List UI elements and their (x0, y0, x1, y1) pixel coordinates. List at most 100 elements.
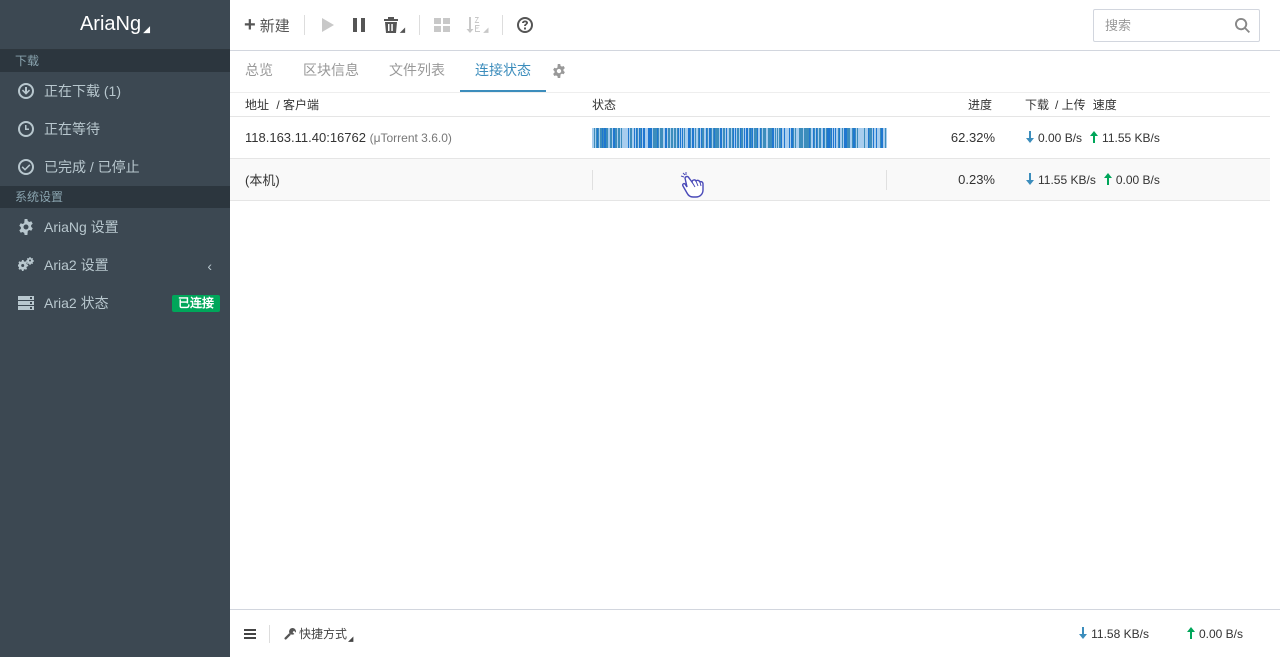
server-icon (18, 295, 34, 311)
download-speed: 11.55 KB/s (1038, 172, 1096, 187)
section-header-download: 下载 (0, 50, 230, 72)
table-row: 118.163.11.40:16762 (μTorrent 3.6.0) 62.… (230, 117, 1270, 159)
piece-bitfield-bar (592, 127, 887, 148)
tab-files[interactable]: 文件列表 (374, 50, 460, 92)
global-download-speed: 11.58 KB/s (1078, 627, 1156, 641)
caret-down-icon: ◢ (483, 27, 489, 34)
caret-down-icon: ◢ (143, 24, 151, 34)
peer-address-cell: (本机) (230, 170, 592, 189)
task-detail-tabs: 总览 区块信息 文件列表 连接状态 (230, 51, 1270, 93)
sidebar-item-aria2-status[interactable]: Aria2 状态 已连接 (0, 284, 230, 322)
trash-icon (383, 17, 398, 33)
global-upload-value: 0.00 B/s (1198, 627, 1243, 641)
peer-address-cell: 118.163.11.40:16762 (μTorrent 3.6.0) (230, 130, 592, 145)
tab-pieces[interactable]: 区块信息 (288, 50, 374, 92)
caret-down-icon: ◢ (399, 27, 406, 34)
question-circle-icon (517, 17, 534, 33)
column-address[interactable]: 地址 / 客户端 (230, 96, 592, 113)
piece-bitfield-bar (592, 169, 887, 198)
global-download-value: 11.58 KB/s (1091, 627, 1149, 641)
column-status[interactable]: 状态 (592, 96, 890, 113)
delete-button[interactable]: ◢ (375, 0, 413, 51)
upload-speed: 0.00 B/s (1115, 172, 1160, 187)
new-task-button[interactable]: + 新建 (230, 0, 298, 51)
sidebar-item-aria2-settings[interactable]: Aria2 设置 ‹ (0, 246, 230, 284)
arrow-down-icon (1025, 130, 1035, 145)
search-icon[interactable] (1235, 18, 1250, 33)
column-speed[interactable]: 下载 / 上传 速度 (995, 96, 1117, 113)
select-all-button[interactable] (426, 0, 458, 51)
sidebar-item-waiting[interactable]: 正在等待 (0, 110, 230, 148)
header-upload: / 上传 (1055, 98, 1086, 112)
connected-badge: 已连接 (171, 295, 220, 312)
tab-connections[interactable]: 连接状态 (460, 50, 546, 92)
brand-logo[interactable]: AriaNg ◢ (0, 0, 230, 50)
sort-alpha-icon (466, 17, 481, 33)
gear-icon (18, 219, 34, 235)
brand-name: AriaNg (79, 13, 142, 35)
sidebar-item-downloading[interactable]: 正在下载 (1) (0, 72, 230, 110)
sidebar-item-label: Aria2 设置 (44, 257, 109, 273)
peer-status-cell (592, 169, 890, 198)
status-footer: 快捷方式 ◢ 11.58 KB/s 0.00 B/s (230, 609, 1280, 657)
global-upload-speed: 0.00 B/s (1186, 627, 1250, 641)
arrow-down-icon (1025, 172, 1035, 187)
upload-speed: 11.55 KB/s (1102, 130, 1160, 145)
caret-down-icon: ◢ (348, 635, 354, 643)
search-box[interactable] (1093, 9, 1260, 42)
start-button[interactable] (311, 0, 343, 51)
sidebar: AriaNg ◢ 下载 正在下载 (1) 正在等待 已完成 / 已停止 系统设置 … (0, 0, 230, 657)
header-client: / 客户端 (276, 98, 320, 112)
peer-status-cell (592, 127, 890, 148)
shortcut-label: 快捷方式 (299, 627, 348, 641)
chevron-left-icon[interactable]: ‹ (207, 258, 212, 274)
sidebar-item-label: Aria2 状态 (44, 295, 109, 311)
peer-speed-cell: 0.00 B/s 11.55 KB/s (995, 130, 1167, 145)
toolbar-divider (419, 15, 421, 35)
wrench-icon (284, 627, 296, 640)
peer-speed-cell: 11.55 KB/s 0.00 B/s (995, 172, 1167, 187)
sidebar-item-label: 正在等待 (44, 121, 100, 137)
sidebar-item-label: AriaNg 设置 (44, 219, 119, 235)
sort-button[interactable]: ◢ (458, 0, 496, 51)
section-header-settings: 系统设置 (0, 186, 230, 208)
help-button[interactable] (509, 0, 541, 51)
global-speed: 11.58 KB/s 0.00 B/s (1048, 610, 1250, 657)
sidebar-item-ariang-settings[interactable]: AriaNg 设置 (0, 208, 230, 246)
download-speed: 0.00 B/s (1038, 130, 1083, 145)
toolbar-divider (502, 15, 504, 35)
tab-settings-button[interactable] (546, 50, 572, 92)
peer-progress-cell: 62.32% (890, 130, 995, 145)
sidebar-item-label: 已完成 / 已停止 (44, 159, 140, 175)
peer-progress-cell: 0.23% (890, 172, 995, 187)
header-progress: 进度 (967, 98, 992, 112)
search-input[interactable] (1105, 18, 1225, 33)
arrow-down-icon (1078, 627, 1088, 641)
sidebar-item-stopped[interactable]: 已完成 / 已停止 (0, 148, 230, 186)
new-task-label: 新建 (259, 17, 290, 35)
pause-button[interactable] (343, 0, 375, 51)
peers-table: 地址 / 客户端 状态 进度 下载 / 上传 速度 118.163.11.40:… (230, 93, 1270, 201)
column-progress[interactable]: 进度 (890, 96, 995, 113)
toolbar: + 新建 ◢ ◢ (230, 0, 1280, 51)
sidebar-item-label: 正在下载 (1) (44, 83, 121, 99)
header-download: 下载 (1025, 98, 1050, 112)
peer-client: (μTorrent 3.6.0) (369, 131, 452, 145)
shortcut-menu[interactable]: 快捷方式 ◢ (270, 625, 353, 643)
gears-icon (18, 257, 34, 273)
clock-icon (18, 121, 34, 137)
tab-overview[interactable]: 总览 (230, 50, 288, 92)
plus-icon: + (244, 14, 256, 36)
peer-progress: 62.32% (950, 130, 995, 145)
hand-cursor-icon (680, 171, 704, 198)
menu-toggle-button[interactable] (230, 624, 270, 643)
hamburger-icon (243, 628, 256, 639)
gear-icon (553, 64, 565, 78)
header-speed: 速度 (1092, 98, 1117, 112)
download-circle-icon (18, 83, 34, 99)
pause-icon (352, 18, 365, 32)
peer-progress: 0.23% (958, 172, 995, 187)
arrow-up-icon (1103, 172, 1113, 187)
table-header: 地址 / 客户端 状态 进度 下载 / 上传 速度 (230, 93, 1270, 117)
arrow-up-icon (1089, 130, 1099, 145)
